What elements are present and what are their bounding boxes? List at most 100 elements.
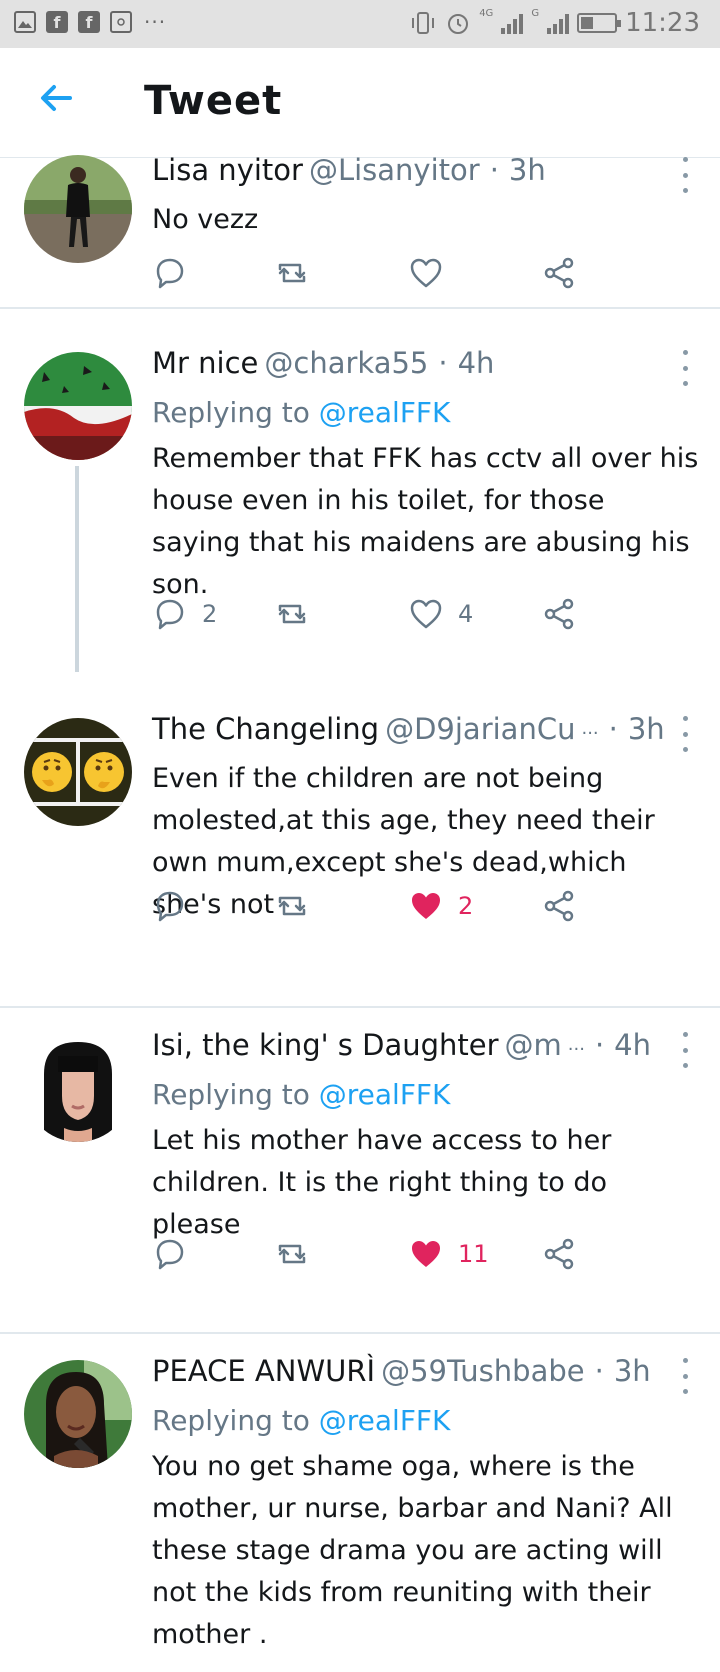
alarm-icon — [448, 14, 469, 34]
replying-to-handle[interactable]: @realFFK — [319, 1404, 451, 1437]
user-handle[interactable]: @charka55 — [264, 346, 428, 380]
heart-outline-icon — [410, 258, 442, 288]
battery-icon — [577, 13, 622, 33]
tweet[interactable]: Lisa nyitor @Lisanyitor · 3h No vezz — [0, 153, 720, 309]
reply-button[interactable] — [152, 1232, 202, 1276]
separator-dot: · — [594, 1028, 605, 1062]
system-icons: 4G G 11:23 — [409, 8, 700, 38]
network-type: G — [531, 7, 540, 19]
share-button[interactable] — [542, 884, 578, 928]
like-button[interactable]: 4 — [408, 592, 473, 636]
share-button[interactable] — [542, 1232, 578, 1276]
tweet-meta: Isi, the king' s Daughter @m ··· · 4h — [152, 1028, 700, 1068]
display-name[interactable]: Lisa nyitor — [152, 153, 303, 187]
network-type: 4G — [479, 7, 494, 19]
tweet-actions: 2 — [152, 884, 622, 928]
back-arrow-icon[interactable] — [36, 78, 76, 118]
user-handle[interactable]: @D9jarianCu — [385, 712, 575, 746]
share-button[interactable] — [542, 251, 578, 295]
tweet-actions: 2 4 — [152, 592, 622, 636]
timestamp: 3h — [627, 712, 665, 746]
replying-to-label: Replying to — [152, 396, 310, 429]
tweet[interactable]: The Changeling @D9jarianCu ··· · 3h Even… — [0, 712, 720, 1008]
clock: 11:23 — [625, 8, 700, 38]
tweet-meta: Mr nice @charka55 · 4h — [152, 346, 700, 386]
more-options-icon[interactable] — [680, 1032, 690, 1068]
reply-icon — [156, 258, 184, 289]
facebook-icon: f — [78, 11, 100, 33]
more-options-icon[interactable] — [680, 350, 690, 386]
replying-to: Replying to @realFFK — [152, 1078, 700, 1114]
reply-button[interactable] — [152, 884, 202, 928]
display-name[interactable]: PEACE ANWURÌ — [152, 1354, 375, 1388]
share-button[interactable] — [542, 592, 578, 636]
like-button[interactable]: 2 — [408, 884, 473, 928]
tweet[interactable]: PEACE ANWURÌ @59Tushbabe · 3h Replying t… — [0, 1354, 720, 1672]
replying-to: Replying to @realFFK — [152, 396, 700, 432]
avatar[interactable] — [24, 155, 132, 263]
heart-filled-icon — [412, 893, 440, 919]
more-options-icon[interactable] — [680, 157, 690, 193]
vibrate-icon — [412, 12, 435, 34]
reply-button[interactable]: 2 — [152, 592, 217, 636]
tweet-meta: The Changeling @D9jarianCu ··· · 3h — [152, 712, 700, 752]
replying-to-handle[interactable]: @realFFK — [319, 1078, 451, 1111]
user-handle[interactable]: @m — [505, 1028, 562, 1062]
tweet-meta: PEACE ANWURÌ @59Tushbabe · 3h — [152, 1354, 700, 1394]
status-bar: f f ··· 4G G 11:23 — [0, 0, 720, 48]
retweet-icon — [278, 263, 306, 283]
retweet-button[interactable] — [274, 1232, 310, 1276]
truncation-ellipsis: ··· — [581, 723, 599, 744]
retweet-icon — [278, 896, 306, 916]
separator-dot: · — [489, 153, 499, 187]
reply-icon — [156, 599, 184, 630]
avatar[interactable] — [24, 352, 132, 460]
truncation-ellipsis: ··· — [567, 1039, 585, 1060]
separator-dot: · — [608, 712, 618, 746]
tweet[interactable]: Mr nice @charka55 · 4h Replying to @real… — [0, 346, 720, 672]
like-button[interactable] — [408, 251, 458, 295]
timestamp: 3h — [508, 153, 546, 187]
replying-to-handle[interactable]: @realFFK — [319, 396, 451, 429]
more-options-icon[interactable] — [680, 1358, 690, 1394]
more-notifications: ··· — [144, 10, 167, 34]
reply-icon — [156, 1239, 184, 1270]
replying-to-label: Replying to — [152, 1404, 310, 1437]
reply-icon — [156, 891, 184, 922]
notification-icons: f f ··· — [14, 10, 166, 34]
avatar[interactable] — [24, 1034, 132, 1142]
app-header: Tweet — [0, 48, 720, 158]
tweet-text: No vezz — [152, 204, 259, 235]
like-count: 2 — [458, 892, 474, 920]
share-icon — [544, 1238, 574, 1270]
separator-dot: · — [438, 346, 448, 380]
user-handle[interactable]: @59Tushbabe — [381, 1354, 585, 1388]
tweet[interactable]: Isi, the king' s Daughter @m ··· · 4h Re… — [0, 1028, 720, 1334]
share-icon — [544, 598, 574, 630]
display-name[interactable]: Isi, the king' s Daughter — [152, 1028, 499, 1062]
tweet-actions: 11 — [152, 1232, 622, 1276]
retweet-button[interactable] — [274, 884, 310, 928]
reply-count: 2 — [202, 600, 218, 628]
tweet-actions — [152, 251, 622, 295]
display-name[interactable]: Mr nice — [152, 346, 258, 380]
retweet-icon — [278, 1244, 306, 1264]
screenshot-icon — [110, 11, 132, 33]
timestamp: 4h — [457, 346, 495, 380]
avatar[interactable] — [24, 718, 132, 826]
avatar[interactable] — [24, 1360, 132, 1468]
like-button[interactable]: 11 — [408, 1232, 489, 1276]
replying-to: Replying to @realFFK — [152, 1404, 700, 1440]
display-name[interactable]: The Changeling — [152, 712, 379, 746]
gallery-icon — [14, 11, 36, 33]
more-options-icon[interactable] — [680, 716, 690, 752]
user-handle[interactable]: @Lisanyitor — [309, 153, 480, 187]
retweet-button[interactable] — [274, 592, 310, 636]
retweet-button[interactable] — [274, 251, 310, 295]
reply-button[interactable] — [152, 251, 202, 295]
retweet-icon — [278, 604, 306, 624]
signal-icon — [501, 12, 524, 34]
tweet-meta: Lisa nyitor @Lisanyitor · 3h — [152, 153, 700, 193]
page-title: Tweet — [144, 78, 283, 124]
separator-dot: · — [594, 1354, 604, 1388]
